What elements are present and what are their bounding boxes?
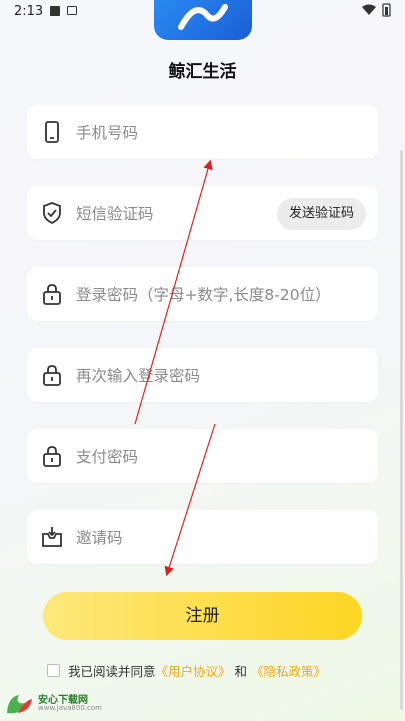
pay-password-placeholder: 支付密码 <box>76 448 139 466</box>
wifi-battery-icon <box>361 3 395 20</box>
sms-placeholder: 短信验证码 <box>76 205 154 223</box>
notification-icon <box>67 6 77 15</box>
sms-code-field[interactable]: 短信验证码 发送验证码 <box>27 186 378 240</box>
watermark-logo-icon <box>7 695 32 714</box>
status-time: 2:13 <box>14 4 44 19</box>
confirm-password-placeholder: 再次输入登录密码 <box>76 367 201 385</box>
shield-icon <box>41 201 63 225</box>
logo-icon <box>178 4 228 30</box>
agreement-row: 我已阅读并同意《用户协议》 和 《隐私政策》 <box>47 661 326 680</box>
app-name: 鲸汇生活 <box>168 62 237 82</box>
confirm-password-field[interactable]: 再次输入登录密码 <box>27 348 378 402</box>
password-field[interactable]: 登录密码（字母+数字,长度8-20位） <box>27 267 378 321</box>
user-agreement-link[interactable]: 《用户协议》 <box>156 664 231 679</box>
app-logo <box>154 0 252 40</box>
phone-icon <box>41 120 63 144</box>
send-code-button[interactable]: 发送验证码 <box>276 198 366 230</box>
privacy-policy-link[interactable]: 《隐私政策》 <box>251 664 326 679</box>
lock-icon <box>41 444 63 468</box>
invite-code-field[interactable]: 邀请码 <box>27 510 378 564</box>
agreement-and: 和 <box>234 664 248 679</box>
invite-placeholder: 邀请码 <box>76 529 123 547</box>
register-button[interactable]: 注册 <box>43 592 362 640</box>
scrollbar[interactable] <box>400 150 403 710</box>
phone-field[interactable]: 手机号码 <box>27 105 378 159</box>
password-placeholder: 登录密码（字母+数字,长度8-20位） <box>76 286 331 304</box>
agreement-prefix: 我已阅读并同意 <box>68 664 156 679</box>
lock-icon <box>41 282 63 306</box>
watermark-url: www.java800.com <box>38 704 102 712</box>
agree-checkbox[interactable] <box>47 664 60 677</box>
phone-placeholder: 手机号码 <box>76 124 139 142</box>
watermark: 安心下载网 www.java800.com <box>4 691 114 717</box>
lock-icon <box>41 363 63 387</box>
inbox-icon <box>41 525 63 549</box>
notification-icon <box>50 6 60 16</box>
pay-password-field[interactable]: 支付密码 <box>27 429 378 483</box>
